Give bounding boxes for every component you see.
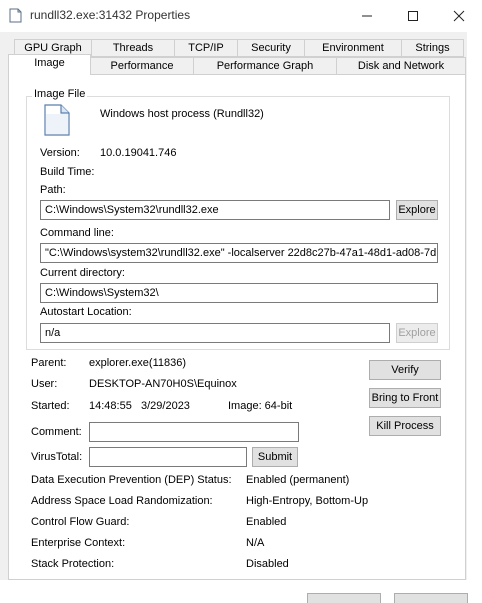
- enterprise-context-value: N/A: [246, 537, 265, 549]
- autostart-location-field[interactable]: n/a: [40, 323, 390, 343]
- version-value: 10.0.19041.746: [100, 147, 177, 159]
- virustotal-field[interactable]: [89, 447, 247, 467]
- title-bar[interactable]: rundll32.exe:31432 Properties: [0, 0, 482, 32]
- close-icon: [453, 10, 465, 22]
- comment-field[interactable]: [89, 422, 299, 442]
- command-line-label: Command line:: [40, 227, 114, 239]
- parent-value: explorer.exe(11836): [89, 357, 187, 369]
- parent-label: Parent:: [31, 357, 67, 369]
- file-icon: [44, 104, 70, 136]
- tab-security[interactable]: Security: [237, 39, 305, 57]
- tab-performance-graph[interactable]: Performance Graph: [193, 57, 337, 75]
- submit-button[interactable]: Submit: [252, 447, 298, 467]
- explore-button[interactable]: Explore: [396, 200, 438, 220]
- verify-button[interactable]: Verify: [369, 360, 441, 380]
- dep-status-value: Enabled (permanent): [246, 474, 350, 486]
- comment-label: Comment:: [31, 426, 82, 438]
- virustotal-label: VirusTotal:: [31, 451, 83, 463]
- ok-button-partial[interactable]: [307, 593, 381, 603]
- tab-strings[interactable]: Strings: [401, 39, 464, 57]
- cfg-value: Enabled: [246, 516, 287, 528]
- tab-tcpip[interactable]: TCP/IP: [174, 39, 238, 57]
- current-directory-label: Current directory:: [40, 267, 125, 279]
- path-field[interactable]: C:\Windows\System32\rundll32.exe: [40, 200, 390, 220]
- build-time-label: Build Time:: [40, 166, 95, 178]
- cancel-button-partial[interactable]: [394, 593, 468, 603]
- command-line-field[interactable]: "C:\Windows\system32\rundll32.exe" -loca…: [40, 243, 438, 263]
- aslr-label: Address Space Load Randomization:: [31, 495, 213, 507]
- cfg-label: Control Flow Guard:: [31, 516, 130, 528]
- stack-protection-value: Disabled: [246, 558, 289, 570]
- image-bits: Image: 64-bit: [228, 400, 293, 412]
- tab-performance[interactable]: Performance: [90, 57, 194, 75]
- enterprise-context-label: Enterprise Context:: [31, 537, 126, 549]
- tab-image[interactable]: Image: [8, 54, 91, 75]
- dep-status-label: Data Execution Prevention (DEP) Status:: [31, 474, 232, 486]
- tab-environment[interactable]: Environment: [304, 39, 402, 57]
- maximize-button[interactable]: [390, 0, 436, 32]
- tab-threads[interactable]: Threads: [91, 39, 175, 57]
- user-value: DESKTOP-AN70H0S\Equinox: [89, 378, 237, 390]
- bring-to-front-button[interactable]: Bring to Front: [369, 388, 441, 408]
- path-label: Path:: [40, 184, 66, 196]
- started-label: Started:: [31, 400, 70, 412]
- maximize-icon: [408, 11, 418, 21]
- autostart-location-label: Autostart Location:: [40, 306, 132, 318]
- minimize-button[interactable]: [344, 0, 390, 32]
- tab-disk-and-network[interactable]: Disk and Network: [336, 57, 466, 75]
- kill-process-button[interactable]: Kill Process: [369, 416, 441, 436]
- stack-protection-label: Stack Protection:: [31, 558, 115, 570]
- current-directory-field[interactable]: C:\Windows\System32\: [40, 283, 438, 303]
- close-button[interactable]: [436, 0, 482, 32]
- explore-autostart-button: Explore: [396, 323, 438, 343]
- started-value: 14:48:55 3/29/2023: [89, 400, 190, 412]
- image-description: Windows host process (Rundll32): [100, 108, 264, 120]
- document-icon: [9, 8, 22, 23]
- minimize-icon: [362, 15, 372, 17]
- version-label: Version:: [40, 147, 80, 159]
- window-title: rundll32.exe:31432 Properties: [30, 8, 191, 22]
- image-file-group-label: Image File: [32, 88, 88, 100]
- user-label: User:: [31, 378, 58, 390]
- aslr-value: High-Entropy, Bottom-Up: [246, 495, 369, 507]
